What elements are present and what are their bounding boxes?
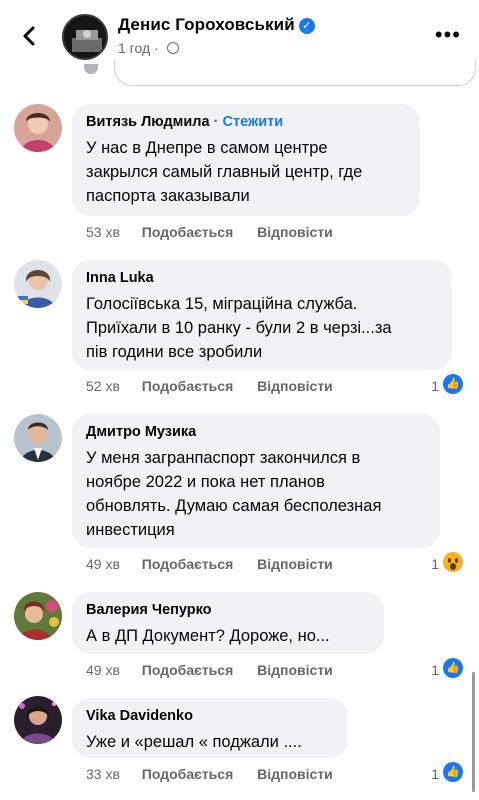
post-meta: 1 год ·: [118, 40, 179, 56]
avatar[interactable]: [14, 592, 62, 640]
avatar[interactable]: [14, 260, 62, 308]
avatar[interactable]: [14, 104, 62, 152]
like-button[interactable]: Подобається: [142, 378, 233, 394]
reply-button[interactable]: Відповісти: [257, 556, 333, 572]
comment-actions: 52 хв Подобається Відповісти: [86, 378, 333, 394]
like-icon: 👍: [443, 658, 463, 678]
reaction-count: 1: [431, 766, 439, 782]
like-icon: 👍: [443, 374, 463, 394]
like-button[interactable]: Подобається: [142, 662, 233, 678]
like-button[interactable]: Подобається: [142, 556, 233, 572]
like-button[interactable]: Подобається: [142, 224, 233, 240]
comment-text: У меня загранпаспорт закончился в ноябре…: [86, 449, 382, 539]
post-time[interactable]: 1 год: [118, 40, 150, 56]
comment-author[interactable]: Валерия Чепурко: [86, 602, 370, 618]
reaction-summary[interactable]: 1 👍: [419, 374, 463, 396]
avatar[interactable]: [14, 696, 62, 744]
reaction-summary[interactable]: 1 👍: [419, 762, 463, 784]
comment-bubble[interactable]: Дмитро Музика У меня загранпаспорт закон…: [72, 414, 440, 548]
reply-button[interactable]: Відповісти: [257, 224, 333, 240]
comment-text: Голосіївська 15, міграційна служба. Приї…: [86, 295, 392, 361]
wow-icon: [443, 552, 463, 572]
avatar[interactable]: [14, 414, 62, 462]
comment-author[interactable]: Дмитро Музика: [86, 424, 426, 440]
comment-text: А в ДП Документ? Дороже, но...: [86, 627, 330, 645]
comment-time[interactable]: 49 хв: [86, 662, 120, 678]
comment-author[interactable]: Витязь Людмила: [86, 114, 210, 130]
follow-link[interactable]: Стежити: [223, 114, 284, 130]
page-name[interactable]: Денис Гороховський ✓: [118, 15, 315, 35]
page-name-text[interactable]: Денис Гороховський: [118, 15, 295, 34]
comment-text: Уже и «решал « поджали ....: [86, 733, 302, 751]
reaction-summary[interactable]: 1: [419, 552, 463, 574]
comment-actions: 33 хв Подобається Відповісти: [86, 766, 333, 782]
like-button[interactable]: Подобається: [142, 766, 233, 782]
comment-time[interactable]: 49 хв: [86, 556, 120, 572]
comment-bubble[interactable]: Vika Davidenko Уже и «решал « поджали ..…: [72, 698, 348, 758]
more-options-icon[interactable]: •••: [435, 22, 461, 48]
comment-time[interactable]: 53 хв: [86, 224, 120, 240]
comment-input-partial[interactable]: [114, 60, 476, 86]
comment-author[interactable]: Vika Davidenko: [86, 708, 334, 724]
page-avatar[interactable]: [62, 14, 108, 60]
comment-bubble[interactable]: Витязь Людмила · Стежити У нас в Днепре …: [72, 104, 420, 216]
scrollbar[interactable]: [472, 672, 475, 792]
comment-text: У нас в Днепре в самом центре закрылся с…: [86, 139, 363, 205]
back-arrow-icon[interactable]: [16, 22, 44, 50]
comment-time[interactable]: 33 хв: [86, 766, 120, 782]
globe-icon: [166, 42, 179, 54]
comment-actions: 49 хв Подобається Відповісти: [86, 556, 333, 572]
reaction-count: 1: [431, 662, 439, 678]
reply-button[interactable]: Відповісти: [257, 662, 333, 678]
reply-button[interactable]: Відповісти: [257, 378, 333, 394]
comment-bubble[interactable]: Inna Luka Голосіївська 15, міграційна сл…: [72, 260, 452, 370]
reaction-summary[interactable]: 1 👍: [419, 658, 463, 680]
comment-bubble[interactable]: Валерия Чепурко А в ДП Документ? Дороже,…: [72, 592, 384, 654]
verified-check-icon: ✓: [298, 18, 315, 34]
comment-actions: 53 хв Подобається Відповісти: [86, 224, 333, 240]
like-icon: 👍: [443, 762, 463, 782]
reply-button[interactable]: Відповісти: [257, 766, 333, 782]
reaction-count: 1: [431, 378, 439, 394]
comment-time[interactable]: 52 хв: [86, 378, 120, 394]
comment-actions: 49 хв Подобається Відповісти: [86, 662, 333, 678]
reaction-count: 1: [431, 556, 439, 572]
comment-author[interactable]: Inna Luka: [86, 270, 438, 286]
